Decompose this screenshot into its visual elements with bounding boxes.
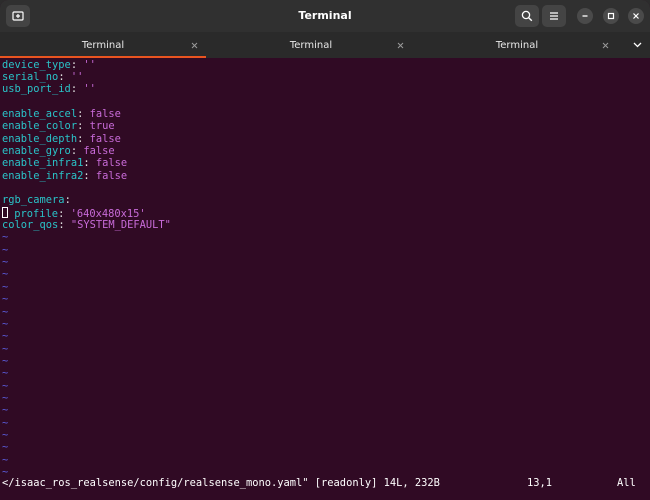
hamburger-menu-icon (550, 12, 558, 20)
yaml-key: enable_color (2, 120, 78, 133)
yaml-value: '' (83, 58, 96, 71)
tabs-overflow-button[interactable] (630, 38, 644, 52)
tab-close-button[interactable] (188, 39, 200, 51)
tab-terminal-2[interactable]: Terminal (208, 32, 414, 58)
empty-line-marker: ~ (2, 404, 9, 417)
yaml-value: false (95, 157, 128, 170)
close-icon (191, 42, 197, 48)
yaml-value: false (95, 169, 128, 182)
tab-label: Terminal (289, 39, 333, 51)
yaml-key: usb_port_id (2, 83, 71, 96)
empty-line-marker: ~ (2, 317, 9, 330)
yaml-key: serial_no (2, 70, 59, 83)
empty-line-marker: ~ (2, 330, 9, 343)
editor-line: color_qos: "SYSTEM_DEFAULT" (2, 219, 171, 232)
menu-button[interactable] (542, 5, 566, 27)
tab-close-button[interactable] (394, 39, 406, 51)
terminal-window: Terminal Terminal Terminal Terminal devi… (0, 0, 650, 500)
empty-line-marker: ~ (2, 243, 9, 256)
search-button[interactable] (515, 5, 539, 27)
new-tab-button[interactable] (6, 5, 30, 27)
empty-line-marker: ~ (2, 342, 9, 355)
editor-line: rgb_camera: (2, 194, 71, 207)
yaml-key: enable_accel (2, 107, 78, 120)
empty-line-marker: ~ (2, 367, 9, 380)
yaml-key: enable_depth (2, 132, 78, 145)
editor-line: device_type: '' (2, 58, 96, 71)
yaml-value: '' (70, 70, 84, 83)
editor-line: enable_infra2: false (2, 169, 128, 182)
empty-line-marker: ~ (2, 280, 9, 293)
empty-line-marker: ~ (2, 354, 9, 367)
empty-line-marker: ~ (2, 293, 9, 306)
yaml-value: true (89, 120, 115, 133)
yaml-key: color_qos (2, 219, 59, 232)
editor-line: enable_gyro: false (2, 144, 115, 157)
new-tab-icon (12, 11, 24, 21)
minimize-icon (582, 15, 588, 17)
tab-bar: Terminal Terminal Terminal (0, 32, 650, 59)
yaml-value: '' (83, 83, 96, 96)
tab-terminal-3[interactable]: Terminal (414, 32, 620, 58)
editor-line: profile: '640x480x15' (2, 206, 146, 220)
tab-close-button[interactable] (599, 39, 611, 51)
terminal-content[interactable]: device_type: '' serial_no: '' usb_port_id:… (0, 58, 650, 500)
editor-line: enable_infra1: false (2, 157, 128, 170)
tab-label: Terminal (495, 39, 539, 51)
status-file-info: </isaac_ros_realsense/config/realsense_m… (2, 477, 440, 489)
header-bar: Terminal (0, 0, 650, 33)
status-scroll-position: All (617, 477, 636, 489)
empty-line-marker: ~ (2, 305, 9, 318)
editor-line: enable_depth: false (2, 132, 121, 145)
yaml-key: device_type (2, 58, 71, 71)
close-icon (633, 13, 639, 19)
yaml-value: '640x480x15' (70, 207, 146, 220)
empty-line-marker: ~ (2, 256, 9, 269)
editor-line: serial_no: '' (2, 70, 84, 83)
yaml-key: enable_gyro (2, 144, 71, 157)
empty-line-marker: ~ (2, 391, 9, 404)
tab-label: Terminal (81, 39, 125, 51)
yaml-value: false (89, 107, 121, 120)
status-cursor-position: 13,1 (527, 477, 553, 489)
yaml-value: false (89, 132, 121, 145)
empty-line-marker: ~ (2, 429, 9, 441)
yaml-key: enable_infra2 (2, 169, 84, 182)
yaml-value: "SYSTEM_DEFAULT" (70, 219, 171, 232)
close-icon (602, 42, 608, 48)
empty-line-marker: ~ (2, 379, 9, 392)
editor-line: enable_accel: false (2, 107, 121, 120)
text-cursor (2, 206, 8, 218)
empty-line-marker: ~ (2, 441, 9, 454)
yaml-key: rgb_camera (2, 194, 65, 207)
yaml-key: enable_infra1 (2, 157, 84, 170)
yaml-key: profile (14, 207, 59, 220)
empty-line-marker: ~ (2, 268, 9, 281)
close-icon (397, 42, 403, 48)
chevron-down-icon (633, 42, 641, 48)
empty-line-marker: ~ (2, 416, 9, 429)
maximize-button[interactable] (603, 8, 619, 24)
search-icon (521, 10, 533, 22)
empty-line-marker: ~ (2, 453, 9, 466)
yaml-value: false (83, 144, 115, 157)
minimize-button[interactable] (577, 8, 593, 24)
empty-line-marker: ~ (2, 231, 9, 244)
tab-terminal-1[interactable]: Terminal (0, 32, 206, 58)
close-button[interactable] (628, 8, 644, 24)
maximize-icon (607, 12, 615, 20)
editor-line: usb_port_id: '' (2, 83, 96, 96)
editor-line: enable_color: true (2, 120, 115, 133)
